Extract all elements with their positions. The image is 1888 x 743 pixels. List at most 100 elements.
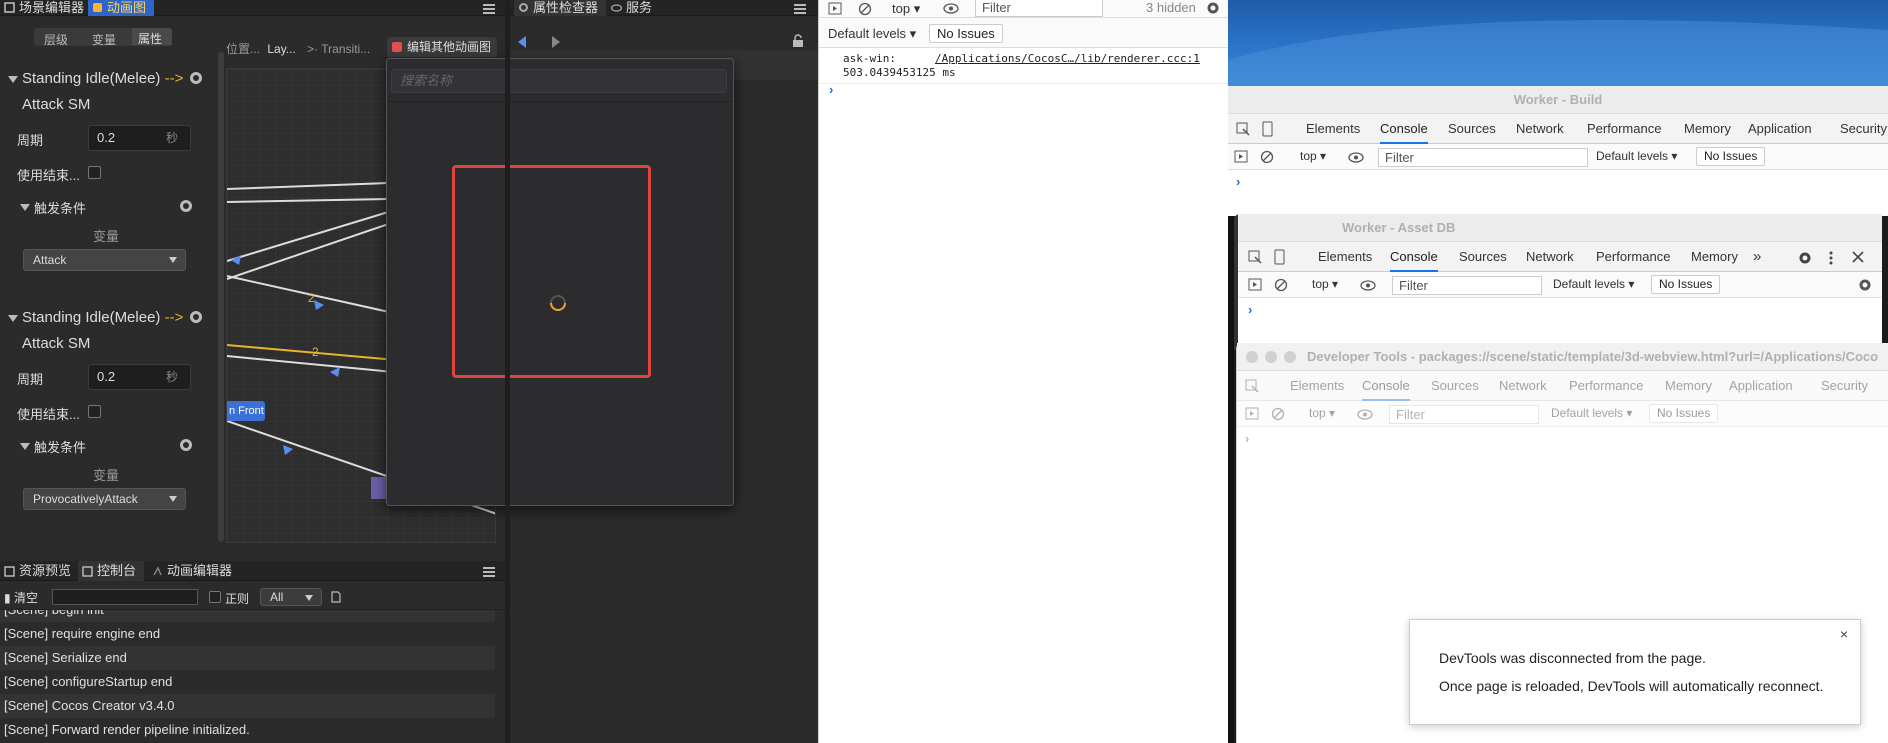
edit-other-graph-button[interactable]: 编辑其他动画图 [387,37,497,57]
sidebar-toggle-icon[interactable] [1234,150,1248,163]
close-icon[interactable] [1852,251,1864,263]
subtab-properties[interactable]: 属性 [132,28,172,46]
use-end-checkbox[interactable] [88,166,101,179]
log-level-dropdown[interactable]: All [260,588,322,606]
filter-input[interactable]: Filter [1392,276,1542,295]
settings-gear-icon[interactable] [1798,251,1812,265]
eye-icon[interactable] [943,3,959,14]
settings-gear-icon[interactable] [1206,1,1220,15]
clear-console-icon[interactable] [1274,278,1288,292]
tab-inspector[interactable]: 属性检查器 [514,0,606,16]
tab-security[interactable]: Security [1840,114,1887,144]
eye-icon[interactable] [1357,409,1373,420]
variable-dropdown[interactable]: ProvocativelyAttack [23,488,186,510]
tab-console[interactable]: Console [1362,371,1410,401]
tab-network[interactable]: Network [1499,371,1547,401]
eye-icon[interactable] [1360,280,1376,291]
context-selector[interactable]: top ▾ [1312,277,1338,291]
gear-icon[interactable] [180,439,192,451]
more-tabs-icon[interactable]: » [1753,242,1761,272]
context-selector[interactable]: top ▾ [1309,406,1335,420]
clear-console-icon[interactable] [858,2,872,16]
default-levels-dropdown[interactable]: Default levels ▾ [1551,406,1632,420]
panel-menu-icon[interactable] [483,4,495,14]
tab-elements[interactable]: Elements [1290,371,1344,401]
console-search-input[interactable] [52,589,198,605]
tab-console[interactable]: Console [1390,242,1438,272]
filter-input[interactable]: Filter [1389,405,1539,424]
panel-splitter[interactable] [505,0,510,743]
filter-input[interactable]: Filter [1378,148,1588,167]
tab-elements[interactable]: Elements [1306,114,1360,144]
tab-application[interactable]: Application [1729,371,1793,401]
sidebar-toggle-icon[interactable] [828,2,842,15]
inspect-element-icon[interactable] [1245,379,1259,393]
console-prompt[interactable]: › [1248,302,1252,317]
tab-asset-preview[interactable]: 资源预览 [0,561,72,581]
back-arrow-icon[interactable] [518,36,528,48]
tab-security[interactable]: Security [1821,371,1868,401]
collapse-icon[interactable] [8,76,18,83]
tab-memory[interactable]: Memory [1684,114,1731,144]
collapse-icon[interactable] [20,204,30,211]
search-input[interactable]: 搜索名称 [391,69,727,93]
tab-elements[interactable]: Elements [1318,242,1372,272]
tab-sources[interactable]: Sources [1459,242,1507,272]
inspect-element-icon[interactable] [1236,122,1250,136]
default-levels-dropdown[interactable]: Default levels ▾ [1553,277,1634,291]
device-toolbar-icon[interactable] [1272,249,1286,265]
console-prompt[interactable]: › [1236,174,1240,189]
period-input[interactable]: 0.2 秒 [88,125,191,151]
tab-animation-editor[interactable]: 动画编辑器 [148,561,236,581]
gear-icon[interactable] [190,311,202,323]
kebab-menu-icon[interactable] [1828,251,1834,265]
default-levels-dropdown[interactable]: Default levels ▾ [1596,149,1677,163]
forward-arrow-icon[interactable] [550,36,560,48]
variable-dropdown[interactable]: Attack [23,249,186,271]
clear-console-icon[interactable] [1271,407,1285,421]
device-toolbar-icon[interactable] [1260,121,1274,137]
tab-console[interactable]: Console [1380,114,1428,144]
settings-gear-icon[interactable] [1858,278,1872,292]
tab-console[interactable]: 控制台 [78,561,144,581]
scrollbar[interactable] [218,52,224,542]
collapse-icon[interactable] [8,315,18,322]
eye-icon[interactable] [1348,152,1364,163]
issues-button[interactable]: No Issues [1649,404,1719,423]
source-link[interactable]: /Applications/CocosC…/lib/renderer.ccc:1 [935,52,1200,65]
filter-input[interactable]: Filter [975,0,1103,17]
sidebar-toggle-icon[interactable] [1248,278,1262,291]
tab-sources[interactable]: Sources [1431,371,1479,401]
close-icon[interactable]: × [1840,626,1848,642]
close-window-button[interactable] [1246,351,1258,363]
gear-icon[interactable] [180,200,192,212]
context-selector[interactable]: top ▾ [892,1,920,17]
tab-memory[interactable]: Memory [1665,371,1712,401]
use-end-checkbox[interactable] [88,405,101,418]
subtab-variables[interactable]: 变量 [92,31,116,46]
tab-services[interactable]: 服务 [607,0,661,16]
subtab-hierarchy[interactable]: 层级 [44,31,68,46]
regex-checkbox[interactable] [209,591,221,603]
tab-performance[interactable]: Performance [1596,242,1670,272]
issues-button[interactable]: No Issues [929,24,1003,43]
tab-memory[interactable]: Memory [1691,242,1738,272]
issues-button[interactable]: No Issues [1651,275,1721,294]
tab-sources[interactable]: Sources [1448,114,1496,144]
context-selector[interactable]: top ▾ [1300,149,1326,163]
state-node[interactable]: n Front [227,401,265,421]
clear-button[interactable]: ▮ 清空 [4,589,38,606]
period-input[interactable]: 0.2 秒 [88,364,191,390]
file-icon[interactable] [331,591,341,603]
tab-application[interactable]: Application [1748,114,1812,144]
tab-performance[interactable]: Performance [1569,371,1643,401]
tab-animation-graph[interactable]: 动画图 [88,0,154,16]
clear-console-icon[interactable] [1260,150,1274,164]
gear-icon[interactable] [190,72,202,84]
tab-performance[interactable]: Performance [1587,114,1661,144]
panel-menu-icon[interactable] [483,567,495,577]
issues-button[interactable]: No Issues [1696,147,1766,166]
sidebar-toggle-icon[interactable] [1245,407,1259,420]
tab-scene-editor[interactable]: 场景编辑器 [0,0,88,16]
tab-network[interactable]: Network [1526,242,1574,272]
